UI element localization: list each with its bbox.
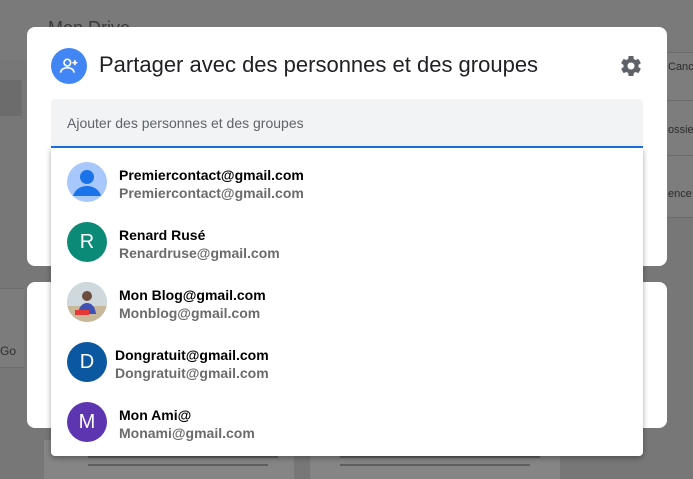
avatar: D <box>67 342 107 382</box>
photo-avatar <box>67 282 107 322</box>
background-divider <box>664 155 693 156</box>
background-right-label: Canc <box>668 61 693 73</box>
suggestion-item[interactable]: Premiercontact@gmail.com Premiercontact@… <box>51 153 643 211</box>
suggestion-email: Monblog@gmail.com <box>119 305 261 321</box>
default-avatar-icon <box>67 162 107 202</box>
suggestion-item[interactable]: Mon Blog@gmail.com Monblog@gmail.com <box>51 273 643 331</box>
avatar: R <box>67 222 107 262</box>
suggestion-email: Renardruse@gmail.com <box>119 245 280 261</box>
suggestion-email: Monami@gmail.com <box>119 425 255 441</box>
background-sidebar-item <box>0 80 22 116</box>
suggestion-name: Premiercontact@gmail.com <box>119 167 304 183</box>
suggestion-item[interactable]: D Dongratuit@gmail.com Dongratuit@gmail.… <box>51 333 643 391</box>
background-right-label: ossie <box>668 124 693 136</box>
background-go-label: Go <box>0 344 17 358</box>
suggestion-name: Dongratuit@gmail.com <box>115 347 269 363</box>
person-add-icon <box>51 48 87 84</box>
dialog-title: Partager avec des personnes et des group… <box>99 52 539 77</box>
suggestion-email: Premiercontact@gmail.com <box>119 185 304 201</box>
suggestion-item[interactable]: R Renard Rusé Renardruse@gmail.com <box>51 213 643 271</box>
gear-icon <box>621 56 641 76</box>
settings-button[interactable] <box>617 52 645 80</box>
avatar: M <box>67 402 107 442</box>
suggestion-item[interactable]: M Mon Ami@ Monami@gmail.com <box>51 393 643 451</box>
suggestion-name: Mon Blog@gmail.com <box>119 287 266 303</box>
suggestion-email: Dongratuit@gmail.com <box>115 365 269 381</box>
suggestion-name: Renard Rusé <box>119 227 206 243</box>
background-right-label: ence <box>668 188 692 200</box>
suggestion-list: Premiercontact@gmail.com Premiercontact@… <box>51 148 643 456</box>
background-divider <box>664 100 693 101</box>
add-people-input[interactable] <box>51 99 643 146</box>
suggestion-name: Mon Ami@ <box>119 407 192 423</box>
search-field <box>51 99 643 148</box>
